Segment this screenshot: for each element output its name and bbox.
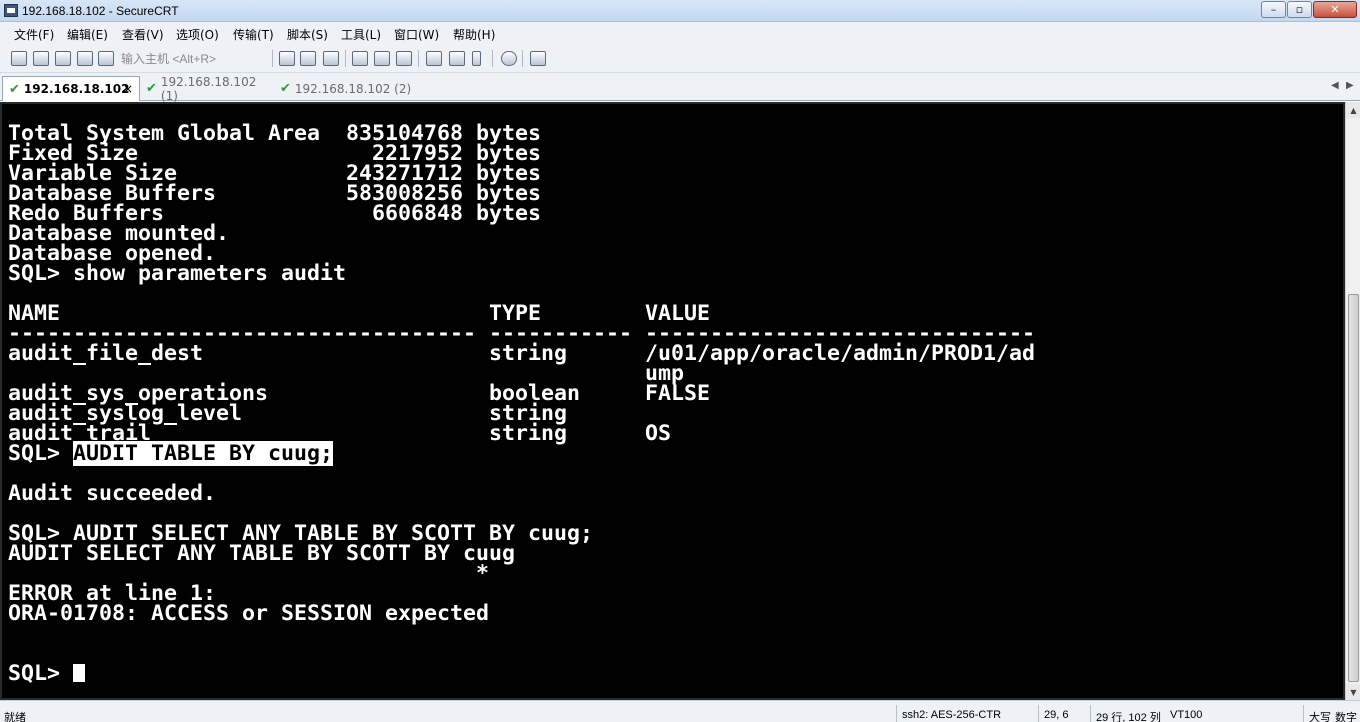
window-title: 192.168.18.102 - SecureCRT: [22, 4, 179, 18]
disconnect-icon[interactable]: [98, 51, 114, 66]
status-screen-size: 29 行, 102 列: [1096, 712, 1161, 722]
status-separator: [896, 705, 897, 722]
print-preview-icon[interactable]: [396, 51, 412, 66]
status-caps-lock: 大写: [1309, 712, 1331, 722]
scrollbar-thumb[interactable]: [1348, 294, 1359, 682]
tab-session-2[interactable]: ✔ 192.168.18.102 (1): [140, 74, 276, 103]
find-icon[interactable]: [323, 51, 339, 66]
menu-file[interactable]: 文件(F): [14, 26, 54, 43]
quick-connect-icon[interactable]: [33, 51, 49, 66]
terminal-line: Audit succeeded.: [8, 481, 217, 506]
scroll-up-arrow-icon[interactable]: ▲: [1346, 102, 1360, 118]
status-separator: [1090, 705, 1091, 722]
minimize-button[interactable]: –: [1261, 1, 1286, 18]
menu-edit[interactable]: 编辑(E): [67, 26, 108, 43]
status-separator: [1303, 705, 1304, 722]
terminal-line: SQL>: [8, 661, 1035, 686]
toolbar: 输入主机 <Alt+R>: [0, 44, 1360, 73]
tab-label: 192.168.18.102: [23, 82, 130, 96]
toolbar-separator: [522, 50, 523, 67]
toolbar-separator: [345, 50, 346, 67]
host-input[interactable]: 输入主机 <Alt+R>: [118, 49, 268, 67]
securecrt-app-icon: [4, 4, 18, 17]
terminal-output: Total System Global Area 835104768 bytes…: [8, 123, 1035, 686]
status-cipher: ssh2: AES-256-CTR: [902, 709, 1002, 721]
tab-session-3[interactable]: ✔ 192.168.18.102 (2): [274, 76, 414, 101]
menu-help[interactable]: 帮助(H): [453, 26, 495, 43]
tab-scroll-left-icon[interactable]: ◀: [1331, 80, 1339, 91]
tab-connect-icon[interactable]: [55, 51, 71, 66]
toolbar-separator: [418, 50, 419, 67]
tab-label: 192.168.18.102 (1): [160, 74, 257, 103]
connected-check-icon: ✔: [280, 81, 291, 96]
toolbar-separator: [272, 50, 273, 67]
print-icon[interactable]: [352, 51, 368, 66]
toolbar-separator: [492, 50, 493, 67]
menu-bar: 文件(F) 编辑(E) 查看(V) 选项(O) 传输(T) 脚本(S) 工具(L…: [0, 22, 1360, 44]
sql-prompt: SQL>: [8, 441, 74, 466]
menu-view[interactable]: 查看(V): [122, 26, 164, 43]
session-tab-strip: ✔ 192.168.18.102 × ✔ 192.168.18.102 (1) …: [0, 73, 1360, 103]
status-separator: [1038, 705, 1039, 722]
status-bar: 就绪 ssh2: AES-256-CTR 29, 6 29 行, 102 列 V…: [0, 700, 1360, 722]
status-num-lock: 数字: [1335, 712, 1357, 722]
tab-close-button[interactable]: ×: [123, 82, 133, 96]
global-options-icon[interactable]: [449, 51, 465, 66]
terminal-line: SQL> show parameters audit: [8, 261, 347, 286]
maximize-button[interactable]: ▫: [1287, 1, 1312, 18]
session-options-icon[interactable]: [426, 51, 442, 66]
reconnect-icon[interactable]: [77, 51, 93, 66]
copy-icon[interactable]: [279, 51, 295, 66]
selected-command: AUDIT TABLE BY cuug;: [73, 441, 334, 466]
status-emulation: VT100: [1170, 709, 1203, 721]
connected-check-icon: ✔: [9, 81, 20, 97]
terminal-scrollbar[interactable]: ▲ ▼: [1345, 102, 1360, 700]
menu-window[interactable]: 窗口(W): [394, 26, 439, 43]
menu-script[interactable]: 脚本(S): [287, 26, 328, 43]
paste-icon[interactable]: [300, 51, 316, 66]
menu-tools[interactable]: 工具(L): [341, 26, 381, 43]
print-setup-icon[interactable]: [374, 51, 390, 66]
map-icon[interactable]: [530, 51, 546, 66]
status-ready: 就绪: [4, 712, 26, 722]
sql-prompt: SQL>: [8, 661, 74, 686]
menu-transfer[interactable]: 传输(T): [233, 26, 274, 43]
status-cursor-position: 29, 6: [1044, 709, 1069, 721]
menu-options[interactable]: 选项(O): [176, 26, 219, 43]
close-button[interactable]: ✕: [1313, 1, 1357, 18]
title-bar: 192.168.18.102 - SecureCRT – ▫ ✕: [0, 0, 1360, 22]
tab-scroll-right-icon[interactable]: ▶: [1346, 80, 1354, 91]
terminal-screen[interactable]: Total System Global Area 835104768 bytes…: [0, 102, 1345, 700]
terminal-cursor: [73, 664, 86, 682]
terminal-line: ORA-01708: ACCESS or SESSION expected: [8, 601, 490, 626]
help-icon[interactable]: [501, 51, 517, 66]
key-icon[interactable]: [472, 51, 481, 66]
terminal-line: SQL> AUDIT TABLE BY cuug;: [8, 441, 1035, 466]
tab-session-1[interactable]: ✔ 192.168.18.102 ×: [2, 76, 140, 101]
scroll-down-arrow-icon[interactable]: ▼: [1346, 684, 1360, 700]
connected-check-icon: ✔: [146, 81, 157, 96]
connect-icon[interactable]: [11, 51, 27, 66]
tab-label: 192.168.18.102 (2): [294, 81, 412, 96]
